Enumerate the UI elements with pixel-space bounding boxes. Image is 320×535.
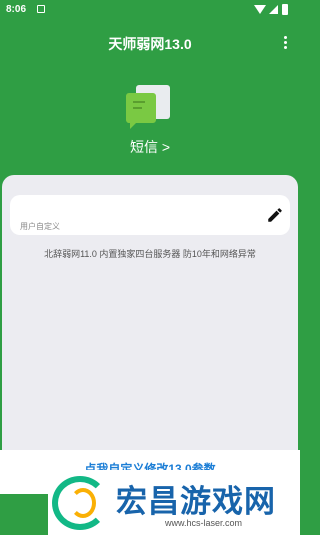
custom-input-label: 用户自定义: [20, 222, 60, 231]
page-title: 天师弱网13.0: [108, 36, 192, 52]
watermark-banner: 宏昌游戏网 www.hcs-laser.com: [0, 470, 300, 535]
status-bar: 8:06: [0, 0, 300, 20]
sms-link[interactable]: 短信 >: [0, 137, 300, 157]
battery-icon: [282, 4, 288, 15]
watermark-title: 宏昌游戏网: [116, 484, 276, 519]
info-text: 北辞弱网11.0 内置独家四台服务器 防10年和网络异常: [44, 249, 256, 259]
status-time: 8:06: [6, 4, 27, 15]
custom-input-card: 用户自定义: [10, 195, 290, 235]
signal-icon: [269, 5, 278, 14]
watermark-url: www.hcs-laser.com: [165, 518, 243, 528]
notification-icon: [37, 5, 45, 13]
custom-input[interactable]: [20, 199, 260, 213]
edit-icon[interactable]: [266, 206, 284, 224]
more-options-icon[interactable]: [282, 36, 288, 50]
status-icons: [254, 4, 292, 16]
watermark-logo-accent: [70, 488, 96, 518]
sms-app-icon[interactable]: [124, 80, 176, 130]
watermark-green-block: [0, 494, 48, 535]
wifi-icon: [254, 5, 266, 14]
